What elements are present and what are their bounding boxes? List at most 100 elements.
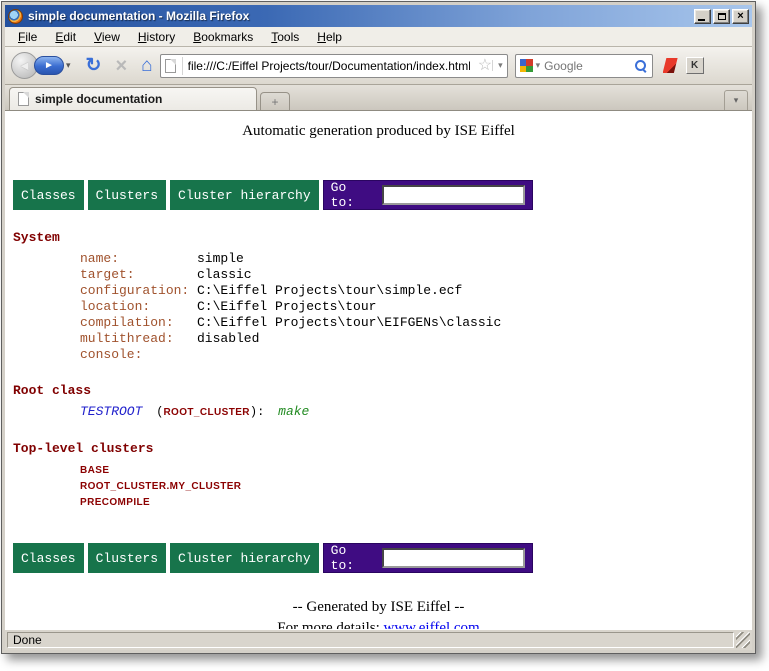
search-box[interactable]: ▾ <box>515 54 653 78</box>
property-value: simple <box>197 251 244 266</box>
cluster-link-root-cluster-my-cluster[interactable]: ROOT_CLUSTER.MY_CLUSTER <box>80 479 752 495</box>
history-dropdown-icon[interactable]: ▾ <box>66 60 71 71</box>
tab-simple-documentation[interactable]: simple documentation <box>9 87 257 110</box>
tab-page-icon <box>18 92 29 106</box>
list-all-tabs-button[interactable]: ▾ <box>724 90 748 110</box>
star-icon[interactable]: ☆ <box>478 58 492 74</box>
goto-label-bottom: Go to: <box>331 543 375 573</box>
page-content: Automatic generation produced by ISE Eif… <box>5 111 752 629</box>
system-row-compilation: compilation:C:\Eiffel Projects\tour\EIFG… <box>80 315 752 331</box>
system-row-target: target:classic <box>80 267 752 283</box>
home-icon: ⌂ <box>141 55 152 76</box>
menu-tools[interactable]: Tools <box>262 28 308 46</box>
forward-button[interactable]: ► <box>34 56 64 75</box>
window-title: simple documentation - Mozilla Firefox <box>28 9 249 23</box>
firefox-icon <box>8 9 23 24</box>
menu-view[interactable]: View <box>85 28 129 46</box>
search-input[interactable] <box>544 59 633 73</box>
goto-box-top: Go to: <box>323 180 533 210</box>
classes-button-top[interactable]: Classes <box>13 180 84 210</box>
status-text: Done <box>7 632 734 648</box>
property-value: disabled <box>197 331 259 346</box>
new-tab-icon: + <box>271 95 278 109</box>
paren-close: ): <box>250 405 264 419</box>
goto-input-bottom[interactable] <box>382 548 525 568</box>
new-tab-button[interactable]: + <box>260 92 290 110</box>
menu-help[interactable]: Help <box>308 28 351 46</box>
close-icon: × <box>737 11 743 22</box>
clusters-button-top[interactable]: Clusters <box>88 180 166 210</box>
resize-grip[interactable] <box>736 632 750 648</box>
maximize-button[interactable] <box>713 9 730 24</box>
url-separator <box>182 57 183 75</box>
url-input[interactable] <box>188 59 470 73</box>
classes-button-bottom[interactable]: Classes <box>13 543 84 573</box>
cluster-list: BASE ROOT_CLUSTER.MY_CLUSTER PRECOMPILE <box>80 463 752 511</box>
property-label: console: <box>80 347 197 363</box>
page-title: Automatic generation produced by ISE Eif… <box>5 123 752 140</box>
root-cluster-link[interactable]: ROOT_CLUSTER <box>163 407 249 418</box>
system-row-multithread: multithread:disabled <box>80 331 752 347</box>
menu-bookmarks[interactable]: Bookmarks <box>184 28 262 46</box>
window-controls: × <box>694 9 749 24</box>
property-label: location: <box>80 299 197 315</box>
menu-edit[interactable]: Edit <box>46 28 85 46</box>
screenshot-stage: simple documentation - Mozilla Firefox ×… <box>0 0 769 671</box>
system-row-configuration: configuration:C:\Eiffel Projects\tour\si… <box>80 283 752 299</box>
root-class-line: TESTROOT (ROOT_CLUSTER): make <box>80 404 752 421</box>
root-class-heading: Root class <box>13 383 752 398</box>
property-value: C:\Eiffel Projects\tour <box>197 299 376 314</box>
property-label: target: <box>80 267 197 283</box>
navigation-toolbar: ◄ ► ▾ ↻ × ⌂ ☆ ▾ ▾ K <box>5 47 752 85</box>
system-row-name: name:simple <box>80 251 752 267</box>
list-all-tabs-icon: ▾ <box>734 95 739 106</box>
system-row-location: location:C:\Eiffel Projects\tour <box>80 299 752 315</box>
tab-label: simple documentation <box>35 92 162 106</box>
reload-button[interactable]: ↻ <box>86 56 102 75</box>
stop-icon: × <box>115 55 127 77</box>
search-engine-dropdown-icon[interactable]: ▾ <box>536 60 541 71</box>
close-button[interactable]: × <box>732 9 749 24</box>
system-row-console: console: <box>80 347 752 363</box>
property-label: name: <box>80 251 197 267</box>
title-bar[interactable]: simple documentation - Mozilla Firefox × <box>5 5 752 27</box>
google-icon <box>520 59 533 72</box>
home-button[interactable]: ⌂ <box>141 56 152 75</box>
root-class-link[interactable]: TESTROOT <box>80 404 142 419</box>
property-label: configuration: <box>80 283 197 299</box>
search-icon[interactable] <box>634 59 648 73</box>
clusters-button-bottom[interactable]: Clusters <box>88 543 166 573</box>
cluster-hierarchy-button-top[interactable]: Cluster hierarchy <box>170 180 319 210</box>
goto-label-top: Go to: <box>331 180 375 210</box>
eiffel-com-link[interactable]: www.eiffel.com <box>384 620 480 629</box>
page-footer: -- Generated by ISE Eiffel -- For more d… <box>5 599 752 629</box>
generated-by-text: -- Generated by ISE Eiffel -- <box>5 599 752 616</box>
property-value: classic <box>197 267 252 282</box>
back-forward-group: ◄ ► ▾ <box>11 52 71 79</box>
minimize-button[interactable] <box>694 9 711 24</box>
kaspersky-icon[interactable] <box>663 58 678 73</box>
creation-feature-link[interactable]: make <box>278 404 309 419</box>
top-level-clusters-heading: Top-level clusters <box>13 441 752 456</box>
goto-box-bottom: Go to: <box>323 543 533 573</box>
goto-input-top[interactable] <box>382 185 525 205</box>
page-icon <box>165 59 176 73</box>
menu-history[interactable]: History <box>129 28 184 46</box>
k-addon-button[interactable]: K <box>686 57 704 74</box>
url-bar[interactable]: ☆ ▾ <box>160 54 508 78</box>
cluster-hierarchy-button-bottom[interactable]: Cluster hierarchy <box>170 543 319 573</box>
cluster-link-base[interactable]: BASE <box>80 463 752 479</box>
system-heading: System <box>13 230 752 245</box>
property-value: C:\Eiffel Projects\tour\EIFGENs\classic <box>197 315 501 330</box>
bottom-nav-button-row: Classes Clusters Cluster hierarchy Go to… <box>13 543 752 573</box>
back-icon: ◄ <box>18 58 31 73</box>
menu-file[interactable]: File <box>9 28 46 46</box>
url-dropdown-icon[interactable]: ▾ <box>492 60 503 71</box>
property-label: compilation: <box>80 315 197 331</box>
reload-icon: ↻ <box>86 55 102 76</box>
stop-button[interactable]: × <box>115 56 127 76</box>
forward-icon: ► <box>44 60 54 71</box>
minimize-icon <box>698 19 705 21</box>
firefox-window: simple documentation - Mozilla Firefox ×… <box>1 1 756 654</box>
cluster-link-precompile[interactable]: PRECOMPILE <box>80 495 752 511</box>
